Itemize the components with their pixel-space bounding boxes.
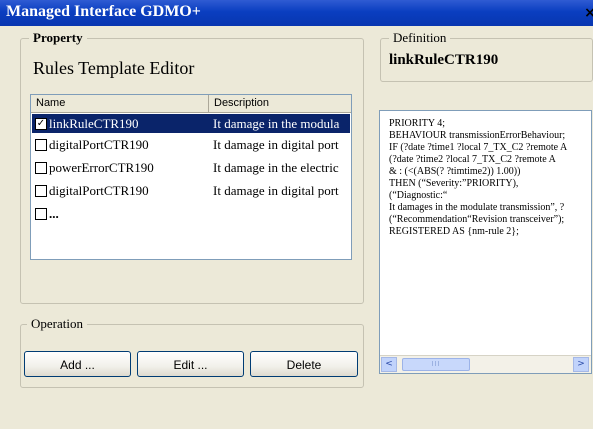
rule-description: It damage in digital port <box>213 183 339 198</box>
scroll-thumb[interactable]: III <box>402 358 470 371</box>
list-item[interactable]: digitalPortCTR190 It damage in digital p… <box>32 135 350 154</box>
checkbox-checked[interactable]: ✓ <box>35 118 47 130</box>
close-icon[interactable]: × <box>580 3 593 23</box>
definition-rule-name: linkRuleCTR190 <box>389 52 499 68</box>
code-line: It damages in the modulate transmission”… <box>389 202 565 213</box>
rule-description: It damage in digital port <box>213 137 339 152</box>
code-line: & : (<(ABS(? ?timtime2)) 1.00)) <box>389 166 521 177</box>
title-bar[interactable]: Managed Interface GDMO+ × <box>0 0 593 26</box>
rule-description: It damage in the electric <box>213 160 339 175</box>
rule-name: linkRuleCTR190 <box>49 116 139 131</box>
column-header-name[interactable]: Name <box>31 95 209 112</box>
managed-interface-window: Managed Interface GDMO+ × Property Rules… <box>0 0 593 429</box>
operation-group-label: Operation <box>27 316 87 332</box>
checkbox[interactable] <box>35 162 47 174</box>
list-item[interactable]: ... <box>32 204 350 223</box>
list-item[interactable]: ✓ linkRuleCTR190 It damage in the modula <box>32 114 350 133</box>
rule-name: ... <box>49 206 59 221</box>
window-title: Managed Interface GDMO+ <box>6 3 201 20</box>
column-header-description[interactable]: Description <box>209 95 351 112</box>
scroll-right-icon[interactable]: > <box>573 357 589 372</box>
checkbox[interactable] <box>35 208 47 220</box>
code-line: (“Diagnostic:“ <box>389 190 448 201</box>
list-item[interactable]: digitalPortCTR190 It damage in digital p… <box>32 181 350 200</box>
code-line: BEHAVIOUR transmissionErrorBehaviour; <box>389 130 566 141</box>
rules-list-header: Name Description <box>31 95 351 113</box>
definition-group-label: Definition <box>389 30 451 46</box>
rule-name: powerErrorCTR190 <box>49 160 154 175</box>
rule-name: digitalPortCTR190 <box>49 137 149 152</box>
checkbox[interactable] <box>35 185 47 197</box>
code-line: IF (?date ?time1 ?local 7_TX_C2 ?remote … <box>389 142 568 153</box>
delete-button[interactable]: Delete <box>250 351 358 377</box>
definition-text-area[interactable]: PRIORITY 4; BEHAVIOUR transmissionErrorB… <box>379 110 592 374</box>
rule-name: digitalPortCTR190 <box>49 183 149 198</box>
editor-heading: Rules Template Editor <box>33 58 195 78</box>
horizontal-scrollbar[interactable]: < III > <box>380 355 591 373</box>
property-group-label: Property <box>29 30 87 46</box>
code-line: THEN (“Severity:”PRIORITY), <box>389 178 519 189</box>
list-item[interactable]: powerErrorCTR190 It damage in the electr… <box>32 158 350 177</box>
code-line: PRIORITY 4; <box>389 118 446 129</box>
rule-description: It damage in the modula <box>213 116 340 131</box>
code-line: (“Recommendation“Revision transceiver”); <box>389 214 565 225</box>
add-button[interactable]: Add ... <box>24 351 131 377</box>
edit-button[interactable]: Edit ... <box>137 351 244 377</box>
code-line: REGISTERED AS {nm-rule 2}; <box>389 226 519 237</box>
scroll-left-icon[interactable]: < <box>381 357 397 372</box>
checkbox[interactable] <box>35 139 47 151</box>
code-line: (?date ?time2 ?local 7_TX_C2 ?remote A <box>389 154 556 165</box>
rules-list[interactable]: Name Description ✓ linkRuleCTR190 It dam… <box>30 94 352 260</box>
